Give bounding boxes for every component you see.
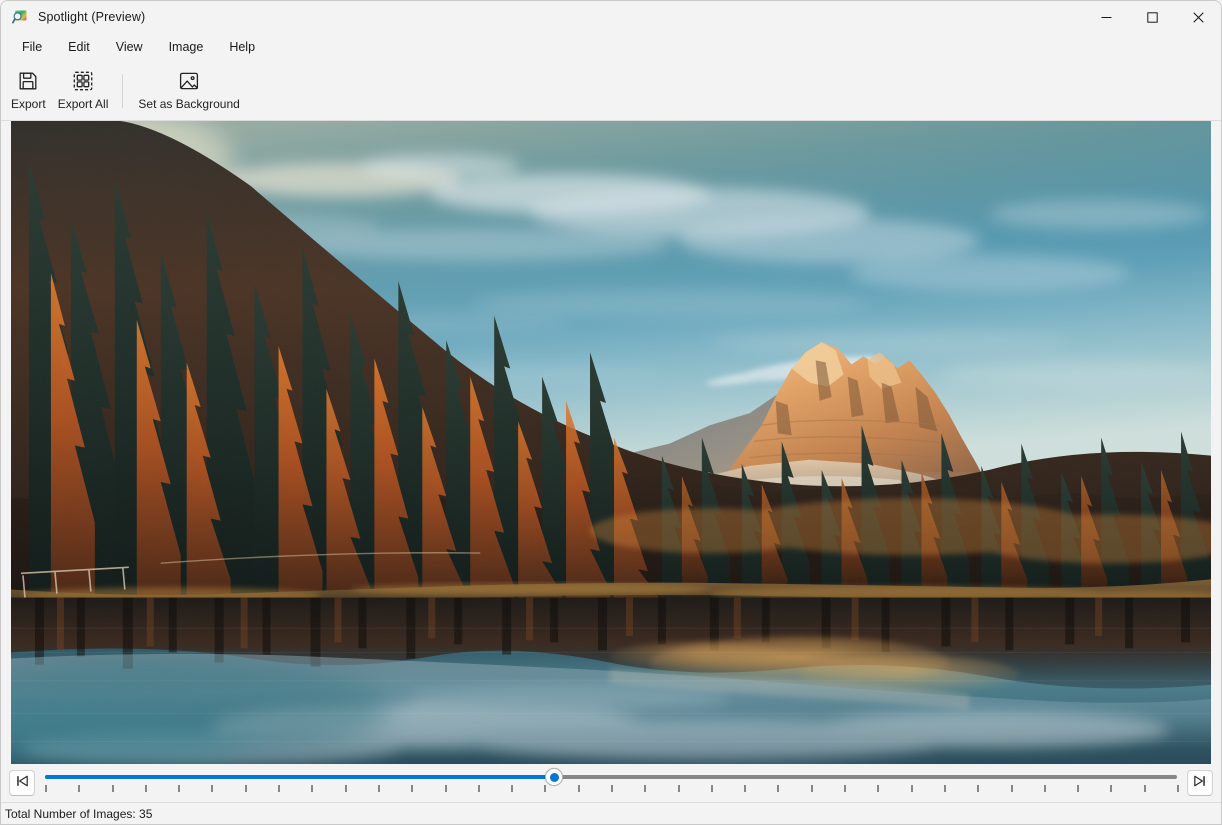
- spotlight-preview-window: Spotlight (Preview) File Edit View Image…: [0, 0, 1222, 825]
- preview-image: [11, 121, 1211, 764]
- slider-tick: [111, 785, 114, 792]
- set-as-background-button-label: Set as Background: [138, 97, 240, 111]
- title-bar: Spotlight (Preview): [1, 1, 1221, 33]
- slider-tick: [910, 785, 913, 792]
- slider-tick: [1043, 785, 1046, 792]
- menu-item-edit[interactable]: Edit: [55, 35, 103, 59]
- slider-tick: [611, 785, 613, 792]
- slider-tick: [677, 785, 680, 792]
- slider-tick: [377, 785, 380, 792]
- skip-to-first-button[interactable]: [9, 770, 35, 796]
- set-as-background-button[interactable]: Set as Background: [132, 64, 245, 118]
- slider-tick: [744, 785, 747, 792]
- skip-to-last-icon: [1193, 774, 1207, 793]
- slider-tick: [477, 785, 480, 792]
- total-images-label: Total Number of Images: 35: [5, 806, 153, 821]
- export-all-button[interactable]: Export All: [52, 64, 115, 118]
- slider-tick: [877, 785, 880, 792]
- slider-tick: [1110, 785, 1113, 792]
- slider-tick: [1143, 785, 1146, 792]
- slider-tick: [278, 785, 281, 792]
- floppy-disk-save-icon: [17, 68, 39, 94]
- image-viewer[interactable]: [11, 121, 1211, 764]
- slider-tick: [943, 785, 946, 792]
- toolbar-separator: [122, 73, 124, 108]
- slider-tick: [411, 785, 414, 792]
- menu-item-image[interactable]: Image: [156, 35, 217, 59]
- slider-tick: [45, 785, 47, 792]
- slider-track-fill: [45, 775, 555, 779]
- minimize-button[interactable]: [1083, 1, 1129, 33]
- menu-item-file[interactable]: File: [9, 35, 55, 59]
- menu-item-view[interactable]: View: [103, 35, 156, 59]
- window-controls: [1083, 1, 1221, 33]
- slider-thumb[interactable]: [545, 768, 564, 786]
- slider-tick: [710, 785, 713, 792]
- slider-tick: [78, 785, 81, 792]
- export-button[interactable]: Export: [5, 64, 52, 118]
- slider-tick: [1177, 785, 1179, 792]
- export-all-button-label: Export All: [57, 97, 109, 111]
- slider-tick: [244, 785, 247, 792]
- skip-to-last-button[interactable]: [1187, 770, 1213, 796]
- slider-tick: [211, 785, 214, 792]
- slider-tick: [644, 785, 647, 792]
- export-button-label: Export: [11, 97, 46, 111]
- slider-tick: [178, 785, 181, 792]
- slider-tick: [311, 785, 314, 792]
- window-title: Spotlight (Preview): [38, 10, 146, 24]
- toolbar: Export Export All Set as Background: [1, 61, 1221, 121]
- image-position-slider[interactable]: [45, 768, 1179, 798]
- slider-tick: [511, 785, 514, 792]
- picture-frame-icon: [178, 68, 200, 94]
- slider-tick: [810, 785, 813, 792]
- slider-tick: [544, 785, 547, 792]
- playback-bar: [1, 764, 1221, 802]
- slider-tick: [1010, 785, 1013, 792]
- skip-to-first-icon: [15, 774, 29, 793]
- slider-tick: [977, 785, 980, 792]
- slider-tick: [577, 785, 580, 792]
- status-bar: Total Number of Images: 35: [1, 802, 1221, 824]
- slider-thumb-dot: [549, 772, 559, 782]
- grid-export-all-icon: [72, 68, 94, 94]
- slider-tick: [144, 785, 147, 792]
- slider-tick: [344, 785, 347, 792]
- close-button[interactable]: [1175, 1, 1221, 33]
- maximize-button[interactable]: [1129, 1, 1175, 33]
- slider-ticks: [45, 785, 1179, 792]
- menu-bar: File Edit View Image Help: [1, 33, 1221, 61]
- spotlight-magnifier-icon: [12, 9, 28, 25]
- slider-tick: [1077, 785, 1080, 792]
- slider-tick: [777, 785, 780, 792]
- slider-tick: [444, 785, 447, 792]
- menu-item-help[interactable]: Help: [216, 35, 268, 59]
- slider-tick: [844, 785, 847, 792]
